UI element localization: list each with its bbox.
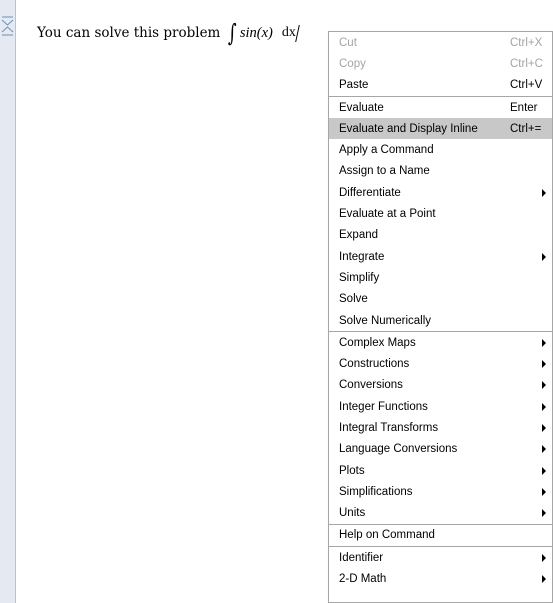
menu-item-label: Evaluate and Display Inline xyxy=(339,122,478,135)
submenu-arrow-icon xyxy=(542,487,546,496)
menu-item-shortcut: Ctrl+C xyxy=(510,57,543,70)
menu-item-plots[interactable]: Plots xyxy=(329,460,552,481)
menu-item-label: Constructions xyxy=(339,358,410,371)
submenu-arrow-icon xyxy=(542,402,546,411)
menu-item-integral-transforms[interactable]: Integral Transforms xyxy=(329,417,552,438)
menu-item-label: Expand xyxy=(339,229,379,242)
menu-item-label: 2-D Math xyxy=(339,573,387,586)
menu-item-language-conversions[interactable]: Language Conversions xyxy=(329,439,552,460)
menu-item-label: Evaluate at a Point xyxy=(339,208,436,221)
menu-item-simplifications[interactable]: Simplifications xyxy=(329,481,552,502)
menu-item-shortcut: Ctrl+V xyxy=(510,79,543,92)
menu-item-copy[interactable]: Copy Ctrl+C xyxy=(329,53,552,74)
math-integrand: sin(x) xyxy=(239,24,273,41)
menu-item-label: Conversions xyxy=(339,379,403,392)
submenu-arrow-icon xyxy=(542,575,546,584)
math-differential: dx xyxy=(281,25,296,40)
menu-item-label: Cut xyxy=(339,36,357,49)
menu-item-evaluate-and-display-inline[interactable]: Evaluate and Display Inline Ctrl+= xyxy=(329,118,552,140)
menu-item-simplify[interactable]: Simplify xyxy=(329,267,552,288)
menu-item-paste[interactable]: Paste Ctrl+V xyxy=(329,75,552,96)
menu-item-label: Complex Maps xyxy=(339,336,416,349)
menu-item-units[interactable]: Units xyxy=(329,503,552,524)
menu-item-label: Differentiate xyxy=(339,186,401,199)
menu-item-solve-numerically[interactable]: Solve Numerically xyxy=(329,310,552,331)
menu-item-shortcut: Ctrl+= xyxy=(510,122,542,135)
menu-item-label: Integrate xyxy=(339,250,385,263)
context-menu: Cut Ctrl+X Copy Ctrl+C Paste Ctrl+V Evaluate En… xyxy=(328,31,553,603)
submenu-arrow-icon xyxy=(542,466,546,475)
submenu-arrow-icon xyxy=(542,252,546,261)
menu-item-label: Language Conversions xyxy=(339,443,458,456)
menu-item-label: Copy xyxy=(339,57,366,70)
menu-item-label: Assign to a Name xyxy=(339,165,430,178)
menu-item-label: Solve Numerically xyxy=(339,314,432,327)
menu-item-constructions[interactable]: Constructions xyxy=(329,353,552,374)
menu-item-label: Integral Transforms xyxy=(339,421,439,434)
menu-item-label: Simplify xyxy=(339,271,380,284)
menu-item-label: Evaluate xyxy=(339,101,384,114)
menu-item-shortcut: Enter xyxy=(510,101,538,114)
submenu-arrow-icon xyxy=(542,423,546,432)
submenu-arrow-icon xyxy=(542,338,546,347)
menu-item-integer-functions[interactable]: Integer Functions xyxy=(329,396,552,417)
document-text-line[interactable]: You can solve this problem ∫ sin(x) dx xyxy=(37,19,300,47)
menu-item-label: Simplifications xyxy=(339,485,413,498)
section-collapse-toggle[interactable] xyxy=(1,16,14,38)
menu-item-label: Units xyxy=(339,507,366,520)
menu-item-label: Integer Functions xyxy=(339,400,428,413)
menu-item-evaluate-at-a-point[interactable]: Evaluate at a Point xyxy=(329,203,552,224)
menu-item-shortcut: Ctrl+X xyxy=(510,36,543,49)
submenu-arrow-icon xyxy=(542,553,546,562)
menu-item-identifier[interactable]: Identifier xyxy=(329,547,552,568)
left-gutter xyxy=(0,0,16,603)
menu-item-evaluate[interactable]: Evaluate Enter xyxy=(329,97,552,118)
submenu-arrow-icon xyxy=(542,360,546,369)
menu-item-help-on-command[interactable]: Help on Command xyxy=(329,525,552,546)
menu-item-label: Help on Command xyxy=(339,529,435,542)
menu-item-label: Solve xyxy=(339,293,368,306)
menu-item-differentiate[interactable]: Differentiate xyxy=(329,182,552,203)
menu-item-conversions[interactable]: Conversions xyxy=(329,375,552,396)
menu-item-integrate[interactable]: Integrate xyxy=(329,246,552,267)
menu-item-label: Paste xyxy=(339,79,369,92)
menu-item-cut[interactable]: Cut Ctrl+X xyxy=(329,32,552,53)
menu-item-label: Apply a Command xyxy=(339,144,434,157)
menu-item-label: Plots xyxy=(339,464,365,477)
submenu-arrow-icon xyxy=(542,381,546,390)
menu-item-assign-to-a-name[interactable]: Assign to a Name xyxy=(329,161,552,182)
menu-item-expand[interactable]: Expand xyxy=(329,225,552,246)
submenu-arrow-icon xyxy=(542,509,546,518)
menu-item-complex-maps[interactable]: Complex Maps xyxy=(329,332,552,353)
integral-symbol: ∫ xyxy=(228,19,237,47)
submenu-arrow-icon xyxy=(542,188,546,197)
menu-item-label: Identifier xyxy=(339,551,384,564)
collapse-arrows-icon xyxy=(1,16,14,36)
document-text: You can solve this problem xyxy=(37,25,221,41)
menu-item-solve[interactable]: Solve xyxy=(329,289,552,310)
menu-item-2-d-math[interactable]: 2-D Math xyxy=(329,568,552,589)
menu-item-apply-a-command[interactable]: Apply a Command xyxy=(329,139,552,160)
submenu-arrow-icon xyxy=(542,445,546,454)
math-expression[interactable]: ∫ sin(x) dx xyxy=(226,19,300,47)
